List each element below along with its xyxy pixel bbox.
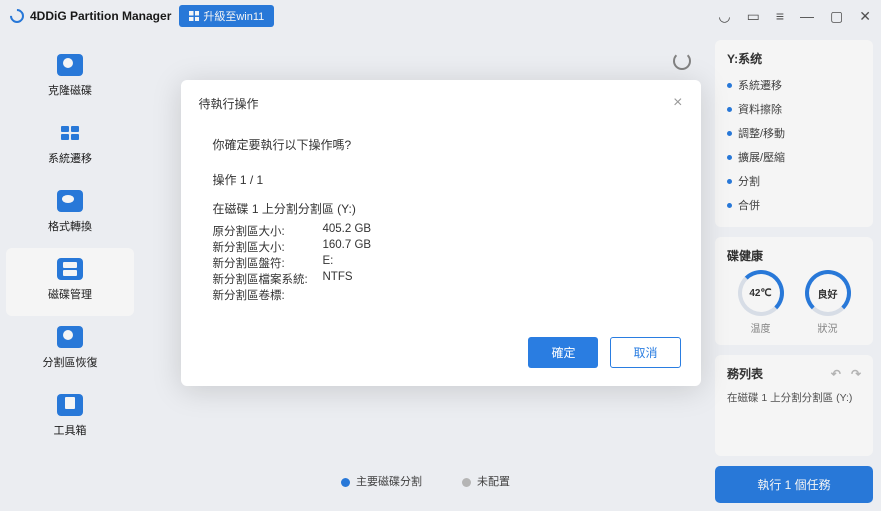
modal-title: 待執行操作 — [199, 95, 259, 112]
modal-overlay: 待執行操作 × 你確定要執行以下操作嗎? 操作 1 / 1 在磁碟 1 上分割分… — [0, 0, 881, 511]
operation-details: 原分割區大小:405.2 GB 新分割區大小:160.7 GB 新分割區盤符:E… — [213, 223, 669, 303]
operation-heading: 在磁碟 1 上分割分割區 (Y:) — [213, 200, 669, 217]
modal-close-icon[interactable]: × — [673, 94, 682, 112]
pending-operations-dialog: 待執行操作 × 你確定要執行以下操作嗎? 操作 1 / 1 在磁碟 1 上分割分… — [181, 80, 701, 386]
operation-counter: 操作 1 / 1 — [213, 171, 669, 188]
confirm-question: 你確定要執行以下操作嗎? — [213, 136, 669, 153]
cancel-button[interactable]: 取消 — [610, 337, 680, 368]
confirm-button[interactable]: 確定 — [528, 337, 598, 368]
